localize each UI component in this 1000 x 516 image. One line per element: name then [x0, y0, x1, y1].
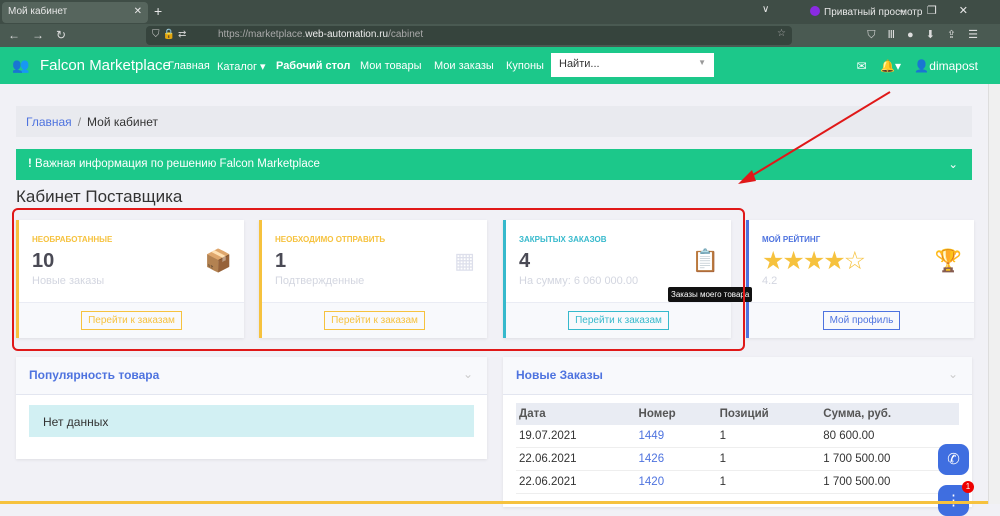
cell-positions: 1	[716, 425, 821, 448]
rating-stars: ★★★★☆	[762, 247, 866, 275]
envelope-icon[interactable]: ✉	[857, 59, 867, 73]
user-menu[interactable]: 👤dimapost	[914, 59, 978, 73]
card-unprocessed: Необработанные 10 Новые заказы 📦 Перейти…	[16, 220, 244, 338]
cell-date: 22.06.2021	[516, 447, 636, 471]
chevron-down-icon[interactable]: ⌄	[948, 367, 958, 381]
my-profile-button[interactable]: Мой профиль	[822, 311, 901, 330]
go-to-orders-button[interactable]: Перейти к заказам	[81, 311, 182, 330]
trophy-icon: 🏆	[934, 248, 962, 273]
box-open-icon: 📦	[204, 248, 232, 273]
chevron-down-icon[interactable]: ⌄	[948, 157, 958, 171]
chevron-down-icon[interactable]: ⌄	[463, 367, 473, 381]
panel-title: Популярность товара	[29, 368, 160, 382]
url-domain: web-automation.ru	[305, 29, 389, 40]
col-number: Номер	[635, 403, 717, 425]
table-row: 22.06.2021 1426 1 1 700 500.00	[516, 447, 959, 471]
cell-sum: 80 600.00	[820, 425, 959, 448]
browser-tools[interactable]: ⛉Ⅲ●⬇⇪☰	[867, 28, 990, 42]
no-data-message: Нет данных	[29, 405, 474, 437]
new-tab-button[interactable]: +	[154, 3, 162, 19]
orders-table: Дата Номер Позиций Сумма, руб. 19.07.2021 14…	[516, 403, 959, 494]
order-link[interactable]: 1420	[639, 476, 665, 488]
rating-value: 4.2	[762, 275, 778, 287]
card-value: 4	[519, 250, 531, 272]
card-label: Мой рейтинг	[762, 235, 821, 244]
table-row: 22.06.2021 1420 1 1 700 500.00	[516, 470, 959, 494]
tooltip: Заказы моего товара	[668, 287, 753, 302]
nav-my-orders[interactable]: Мои заказы	[434, 60, 494, 72]
order-link[interactable]: 1449	[639, 430, 665, 442]
browser-tab[interactable]: Мой кабинет ✕	[2, 2, 148, 23]
page-scrollbar[interactable]	[988, 84, 1000, 504]
card-value: 1	[275, 250, 287, 272]
search-select[interactable]: Найти... ▼	[551, 53, 714, 77]
nav-buttons[interactable]: ←→↻	[8, 28, 78, 42]
page-title: Кабинет Поставщика	[16, 187, 183, 206]
table-row: 19.07.2021 1449 1 80 600.00	[516, 425, 959, 448]
cell-date: 19.07.2021	[516, 425, 636, 448]
box-icon: ▦	[454, 248, 475, 273]
search-placeholder: Найти...	[559, 58, 600, 70]
col-date: Дата	[516, 403, 636, 425]
top-navbar: 👥 Falcon Marketplace Главная Каталог ▾ Ра…	[0, 47, 1000, 84]
card-rating: Мой рейтинг ★★★★☆ 4.2 🏆 Мой профиль	[746, 220, 974, 338]
shield-lock-icons: ⛉🔒⇄	[152, 29, 190, 40]
tab-title: Мой кабинет	[8, 6, 68, 17]
nav-catalog[interactable]: Каталог ▾	[217, 60, 266, 73]
browser-tab-bar: Мой кабинет ✕ + ∨ Приватный просмотр –❐✕	[0, 0, 1000, 24]
username: dimapost	[929, 59, 978, 73]
info-alert[interactable]: ! Важная информация по решению Falcon Ma…	[16, 149, 972, 180]
card-label: Необходимо отправить	[275, 235, 386, 244]
card-subtitle: Новые заказы	[32, 275, 105, 287]
nav-dashboard[interactable]: Рабочий стол	[276, 60, 350, 72]
url-bar[interactable]: ⛉🔒⇄ https://marketplace.web-automation.r…	[146, 26, 792, 45]
clipboard-check-icon: 📋	[691, 248, 719, 273]
call-button[interactable]: ✆	[938, 444, 969, 475]
url-path: /cabinet	[388, 29, 424, 40]
nav-home[interactable]: Главная	[168, 60, 210, 72]
close-tab-icon[interactable]: ✕	[134, 6, 142, 17]
card-subtitle: Подтвержденные	[275, 275, 365, 287]
new-orders-panel: Новые Заказы ⌄ Дата Номер Позиций Сумма, руб…	[503, 357, 972, 507]
go-to-orders-button[interactable]: Перейти к заказам	[568, 311, 669, 330]
bell-icon[interactable]: 🔔▾	[880, 59, 901, 73]
main-menu: Главная Каталог ▾ Рабочий стол Мои товар…	[0, 60, 550, 76]
breadcrumb-home[interactable]: Главная	[26, 115, 72, 129]
cell-date: 22.06.2021	[516, 470, 636, 494]
col-sum: Сумма, руб.	[820, 403, 959, 425]
breadcrumb-current: Мой кабинет	[87, 115, 159, 129]
card-to-send: Необходимо отправить 1 Подтвержденные ▦ …	[259, 220, 487, 338]
popularity-panel: Популярность товара ⌄ Нет данных	[16, 357, 487, 459]
order-link[interactable]: 1426	[639, 453, 665, 465]
url-prefix: https://marketplace.	[218, 29, 306, 40]
panel-title: Новые Заказы	[516, 368, 603, 382]
card-label: Необработанные	[32, 235, 113, 244]
dropdown-arrow-icon: ▼	[698, 58, 706, 67]
card-subtitle: На сумму: 6 060 000.00	[519, 275, 639, 287]
alert-text: Важная информация по решению Falcon Mark…	[35, 158, 320, 170]
address-toolbar: ←→↻ ⛉🔒⇄ https://marketplace.web-automati…	[0, 24, 1000, 47]
col-positions: Позиций	[716, 403, 821, 425]
window-controls[interactable]: –❐✕	[899, 4, 990, 17]
bookmark-star-icon[interactable]: ☆	[777, 28, 786, 39]
breadcrumb: Главная / Мой кабинет	[16, 106, 972, 137]
cell-positions: 1	[716, 470, 821, 494]
go-to-orders-button[interactable]: Перейти к заказам	[324, 311, 425, 330]
tab-list-icon[interactable]: ∨	[762, 4, 769, 15]
card-closed-orders: Закрытых заказов 4 На сумму: 6 060 000.0…	[503, 220, 731, 338]
private-mask-icon	[810, 6, 820, 16]
cell-positions: 1	[716, 447, 821, 471]
nav-coupons[interactable]: Купоны	[506, 60, 544, 72]
nav-my-products[interactable]: Мои товары	[360, 60, 422, 72]
navbar-right: ✉ 🔔▾ 👤dimapost	[847, 59, 978, 73]
card-value: 10	[32, 250, 55, 272]
card-label: Закрытых заказов	[519, 235, 607, 244]
chat-badge: 1	[962, 481, 974, 493]
